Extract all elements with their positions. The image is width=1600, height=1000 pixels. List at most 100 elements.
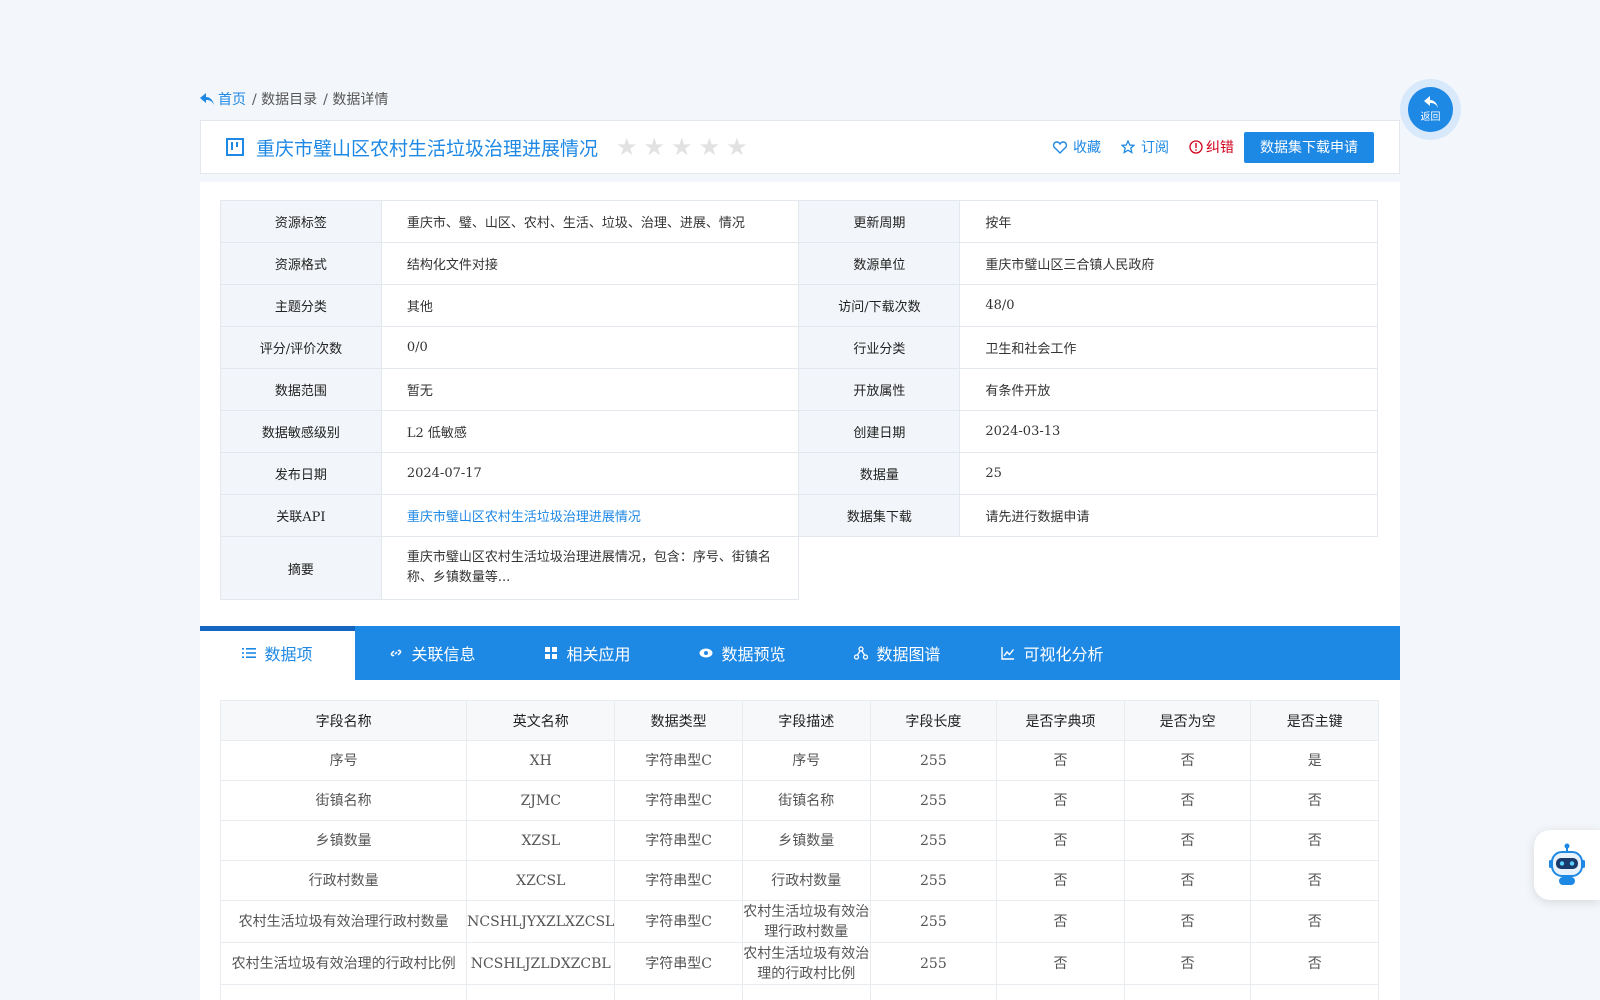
table-cell: 否 xyxy=(996,900,1125,943)
column-header: 英文名称 xyxy=(466,700,616,741)
table-row: 序号 XH 字符串型C 序号 255 否 否 是 xyxy=(219,740,1379,781)
favorite-label: 收藏 xyxy=(1073,140,1101,156)
info-row: 资源标签 重庆市、璧、山区、农村、生活、垃圾、治理、进展、情况 更新周期 按年 xyxy=(220,200,1378,243)
table-row: 农村生活垃圾有效治理的行政村比例 NCSHLJZLDXZCBL 字符串型C 农村… xyxy=(219,942,1379,985)
heart-icon xyxy=(1053,140,1067,154)
star-outline-icon xyxy=(1121,140,1135,154)
info-value: 0/0 xyxy=(380,326,800,369)
table-cell: 街镇名称 xyxy=(741,780,871,821)
table-cell xyxy=(466,984,616,1000)
table-cell: 行政村数量 xyxy=(219,860,468,901)
table-cell: 农村生活垃圾有效治理的行政村比例 xyxy=(219,942,468,985)
subscribe-button[interactable]: 订阅 xyxy=(1121,137,1169,157)
table-cell: 街镇名称 xyxy=(219,780,468,821)
info-value: 有条件开放 xyxy=(959,368,1378,411)
info-row: 数据范围 暂无 开放属性 有条件开放 xyxy=(220,368,1378,411)
table-cell: 否 xyxy=(1123,820,1252,861)
breadcrumb-home-label: 首页 xyxy=(218,92,246,108)
tab-data-graph[interactable]: 数据图谱 xyxy=(820,626,975,680)
column-header: 字段描述 xyxy=(741,700,871,741)
info-label: 主题分类 xyxy=(220,284,382,327)
info-label: 数据量 xyxy=(798,452,961,495)
table-cell xyxy=(1123,984,1252,1000)
star-icon[interactable]: ★ xyxy=(671,135,693,159)
back-button-inner[interactable]: 返回 xyxy=(1408,87,1453,132)
table-cell: XZCSL xyxy=(466,860,616,901)
tab-label: 数据图谱 xyxy=(876,645,941,664)
info-label: 数据集下载 xyxy=(798,494,961,537)
field-table: 字段名称 英文名称 数据类型 字段描述 字段长度 是否字典项 是否为空 是否主键… xyxy=(219,700,1379,1000)
tab-bar: 数据项 关联信息 相关应用 数据预览 数据图谱 可视化分析 xyxy=(200,626,1400,680)
info-label: 更新周期 xyxy=(798,200,961,243)
info-label: 访问/下载次数 xyxy=(798,284,961,327)
info-label: 数据范围 xyxy=(220,368,382,411)
apply-download-button[interactable]: 数据集下载申请 xyxy=(1244,131,1374,163)
breadcrumb: 首页 / 数据目录 / 数据详情 xyxy=(200,89,388,109)
info-label: 评分/评价次数 xyxy=(220,326,382,369)
table-cell: 农村生活垃圾有效治理行政村数量 xyxy=(741,900,871,943)
info-value: 结构化文件对接 xyxy=(380,242,800,285)
tab-label: 数据预览 xyxy=(721,645,786,664)
column-header: 是否为空 xyxy=(1123,700,1252,741)
tab-visual-analysis[interactable]: 可视化分析 xyxy=(975,626,1130,680)
info-table: 资源标签 重庆市、璧、山区、农村、生活、垃圾、治理、进展、情况 更新周期 按年 … xyxy=(220,200,1378,600)
table-cell: 否 xyxy=(1123,780,1252,821)
info-value: 25 xyxy=(959,452,1378,495)
graph-icon xyxy=(854,646,869,660)
field-header-row: 字段名称 英文名称 数据类型 字段描述 字段长度 是否字典项 是否为空 是否主键 xyxy=(219,700,1379,741)
info-row: 关联API 重庆市璧山区农村生活垃圾治理进展情况 数据集下载 请先进行数据申请 xyxy=(220,494,1378,537)
column-header: 字段名称 xyxy=(219,700,468,741)
table-cell: XH xyxy=(466,740,616,781)
star-icon[interactable]: ★ xyxy=(616,135,638,159)
link-icon xyxy=(391,649,402,657)
table-cell: 行政村数量 xyxy=(741,860,871,901)
assistant-robot-button[interactable] xyxy=(1534,830,1600,900)
info-label: 数源单位 xyxy=(798,242,961,285)
info-value: L2 低敏感 xyxy=(380,410,800,453)
column-header: 字段长度 xyxy=(869,700,998,741)
table-cell: 否 xyxy=(996,820,1125,861)
tab-related-apps[interactable]: 相关应用 xyxy=(510,626,665,680)
info-label: 数据敏感级别 xyxy=(220,410,382,453)
table-cell: 否 xyxy=(996,860,1125,901)
table-row xyxy=(219,984,1379,1000)
table-row: 乡镇数量 XZSL 字符串型C 乡镇数量 255 否 否 否 xyxy=(219,820,1379,861)
info-label: 资源格式 xyxy=(220,242,382,285)
favorite-button[interactable]: 收藏 xyxy=(1053,137,1101,157)
info-value: 其他 xyxy=(380,284,800,327)
breadcrumb-home-link[interactable]: 首页 xyxy=(200,89,246,109)
table-cell: 字符串型C xyxy=(614,740,743,781)
table-cell: 255 xyxy=(869,860,998,901)
star-icon[interactable]: ★ xyxy=(726,135,748,159)
star-icon[interactable]: ★ xyxy=(699,135,721,159)
report-error-button[interactable]: 纠错 xyxy=(1189,137,1234,157)
info-label: 开放属性 xyxy=(798,368,961,411)
table-row: 行政村数量 XZCSL 字符串型C 行政村数量 255 否 否 否 xyxy=(219,860,1379,901)
table-cell: 字符串型C xyxy=(614,942,743,985)
info-value: 48/0 xyxy=(959,284,1378,327)
table-cell: 255 xyxy=(869,820,998,861)
back-button[interactable]: 返回 xyxy=(1400,79,1461,140)
column-header: 是否字典项 xyxy=(996,700,1125,741)
table-cell: 否 xyxy=(1250,780,1379,821)
info-value: 重庆市璧山区三合镇人民政府 xyxy=(959,242,1378,285)
table-row: 农村生活垃圾有效治理行政村数量 NCSHLJYXZLXZCSL 字符串型C 农村… xyxy=(219,900,1379,943)
related-api-link[interactable]: 重庆市璧山区农村生活垃圾治理进展情况 xyxy=(380,494,800,537)
rating-stars[interactable]: ★ ★ ★ ★ ★ xyxy=(616,135,748,159)
info-label: 创建日期 xyxy=(798,410,961,453)
tab-related-info[interactable]: 关联信息 xyxy=(355,626,510,680)
tab-data-items[interactable]: 数据项 xyxy=(200,626,355,680)
info-row: 评分/评价次数 0/0 行业分类 卫生和社会工作 xyxy=(220,326,1378,369)
report-error-label: 纠错 xyxy=(1206,140,1234,156)
info-value: 2024-07-17 xyxy=(380,452,800,495)
info-value: 请先进行数据申请 xyxy=(959,494,1378,537)
table-cell: 否 xyxy=(996,942,1125,985)
table-cell: ZJMC xyxy=(466,780,616,821)
reply-arrow-icon xyxy=(1423,96,1438,108)
star-icon[interactable]: ★ xyxy=(644,135,666,159)
reply-arrow-icon xyxy=(200,93,214,105)
table-cell: 255 xyxy=(869,900,998,943)
tab-data-preview[interactable]: 数据预览 xyxy=(665,626,820,680)
subscribe-label: 订阅 xyxy=(1141,140,1169,156)
breadcrumb-catalog-link[interactable]: / 数据目录 xyxy=(252,89,317,109)
